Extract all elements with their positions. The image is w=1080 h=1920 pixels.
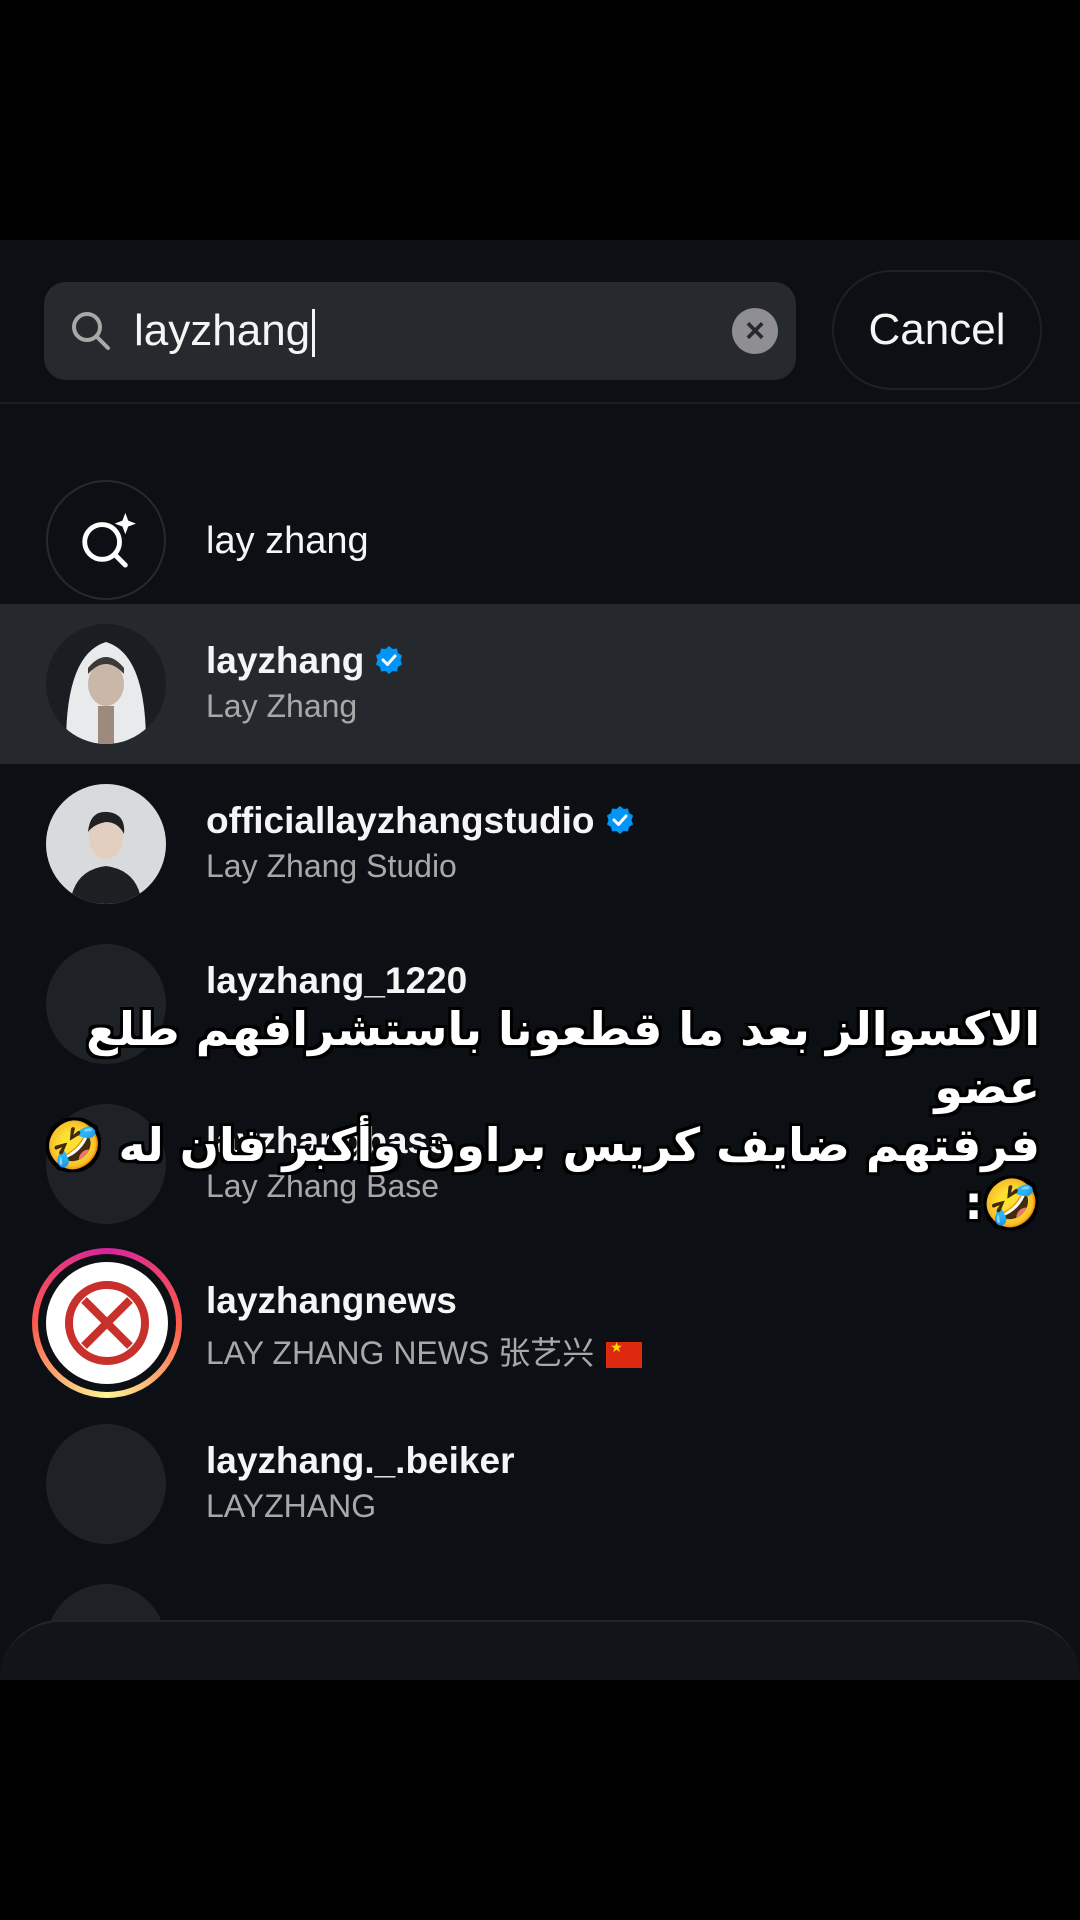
result-row-layzhang[interactable]: layzhang Lay Zhang bbox=[0, 604, 1080, 764]
result-row-layzhang-beiker[interactable]: layzhang._.beiker LAYZHANG bbox=[0, 1404, 1080, 1564]
search-screen: layzhang × Cancel lay zhang layzhang Lay… bbox=[0, 240, 1080, 1680]
avatar bbox=[46, 1424, 166, 1544]
search-icon bbox=[72, 312, 110, 350]
result-username: officiallayzhangstudio bbox=[206, 800, 635, 842]
avatar bbox=[46, 784, 166, 904]
result-row-officiallayzhangstudio[interactable]: officiallayzhangstudio Lay Zhang Studio bbox=[0, 764, 1080, 924]
video-caption-overlay: الاكسوالز بعد ما قطعونا باستشرافهم طلع ع… bbox=[40, 1000, 1040, 1232]
search-suggestion-row[interactable]: lay zhang bbox=[0, 460, 1080, 620]
result-fullname: LAY ZHANG NEWS 张艺兴 bbox=[206, 1328, 643, 1374]
text-caret bbox=[312, 309, 316, 358]
result-username: layzhang bbox=[206, 640, 404, 682]
story-ring bbox=[32, 1248, 182, 1398]
result-username: layzhang_1220 bbox=[206, 960, 468, 1001]
bottom-sheet-edge bbox=[0, 1620, 1080, 1680]
search-input-value[interactable]: layzhang bbox=[134, 306, 316, 358]
result-fullname: Lay Zhang Studio bbox=[206, 848, 457, 884]
avatar bbox=[46, 624, 166, 744]
caption-line-1: الاكسوالز بعد ما قطعونا باستشرافهم طلع ع… bbox=[86, 1002, 1040, 1114]
sparkle-search-icon bbox=[46, 480, 166, 600]
suggestion-query: lay zhang bbox=[206, 520, 369, 562]
result-username: layzhang._.beiker bbox=[206, 1440, 515, 1481]
avatar bbox=[46, 1262, 168, 1384]
china-flag-icon bbox=[606, 1339, 643, 1368]
cancel-button[interactable]: Cancel bbox=[832, 270, 1042, 390]
clear-search-button[interactable]: × bbox=[732, 308, 778, 354]
logo-icon bbox=[65, 1281, 149, 1365]
result-fullname: LAYZHANG bbox=[206, 1488, 377, 1524]
caption-line-2: فرقتهم ضايف كريس براون وأكبر فان له 🤣🤣: bbox=[45, 1118, 1040, 1230]
search-header: layzhang × Cancel bbox=[0, 240, 1080, 402]
verified-badge-icon bbox=[376, 646, 403, 674]
result-username: layzhangnews bbox=[206, 1280, 457, 1321]
verified-badge-icon bbox=[606, 806, 633, 834]
result-fullname: Lay Zhang bbox=[206, 688, 358, 724]
header-divider bbox=[0, 402, 1080, 404]
result-row-layzhangnews[interactable]: layzhangnews LAY ZHANG NEWS 张艺兴 bbox=[0, 1244, 1080, 1404]
search-input[interactable]: layzhang × bbox=[44, 282, 796, 380]
